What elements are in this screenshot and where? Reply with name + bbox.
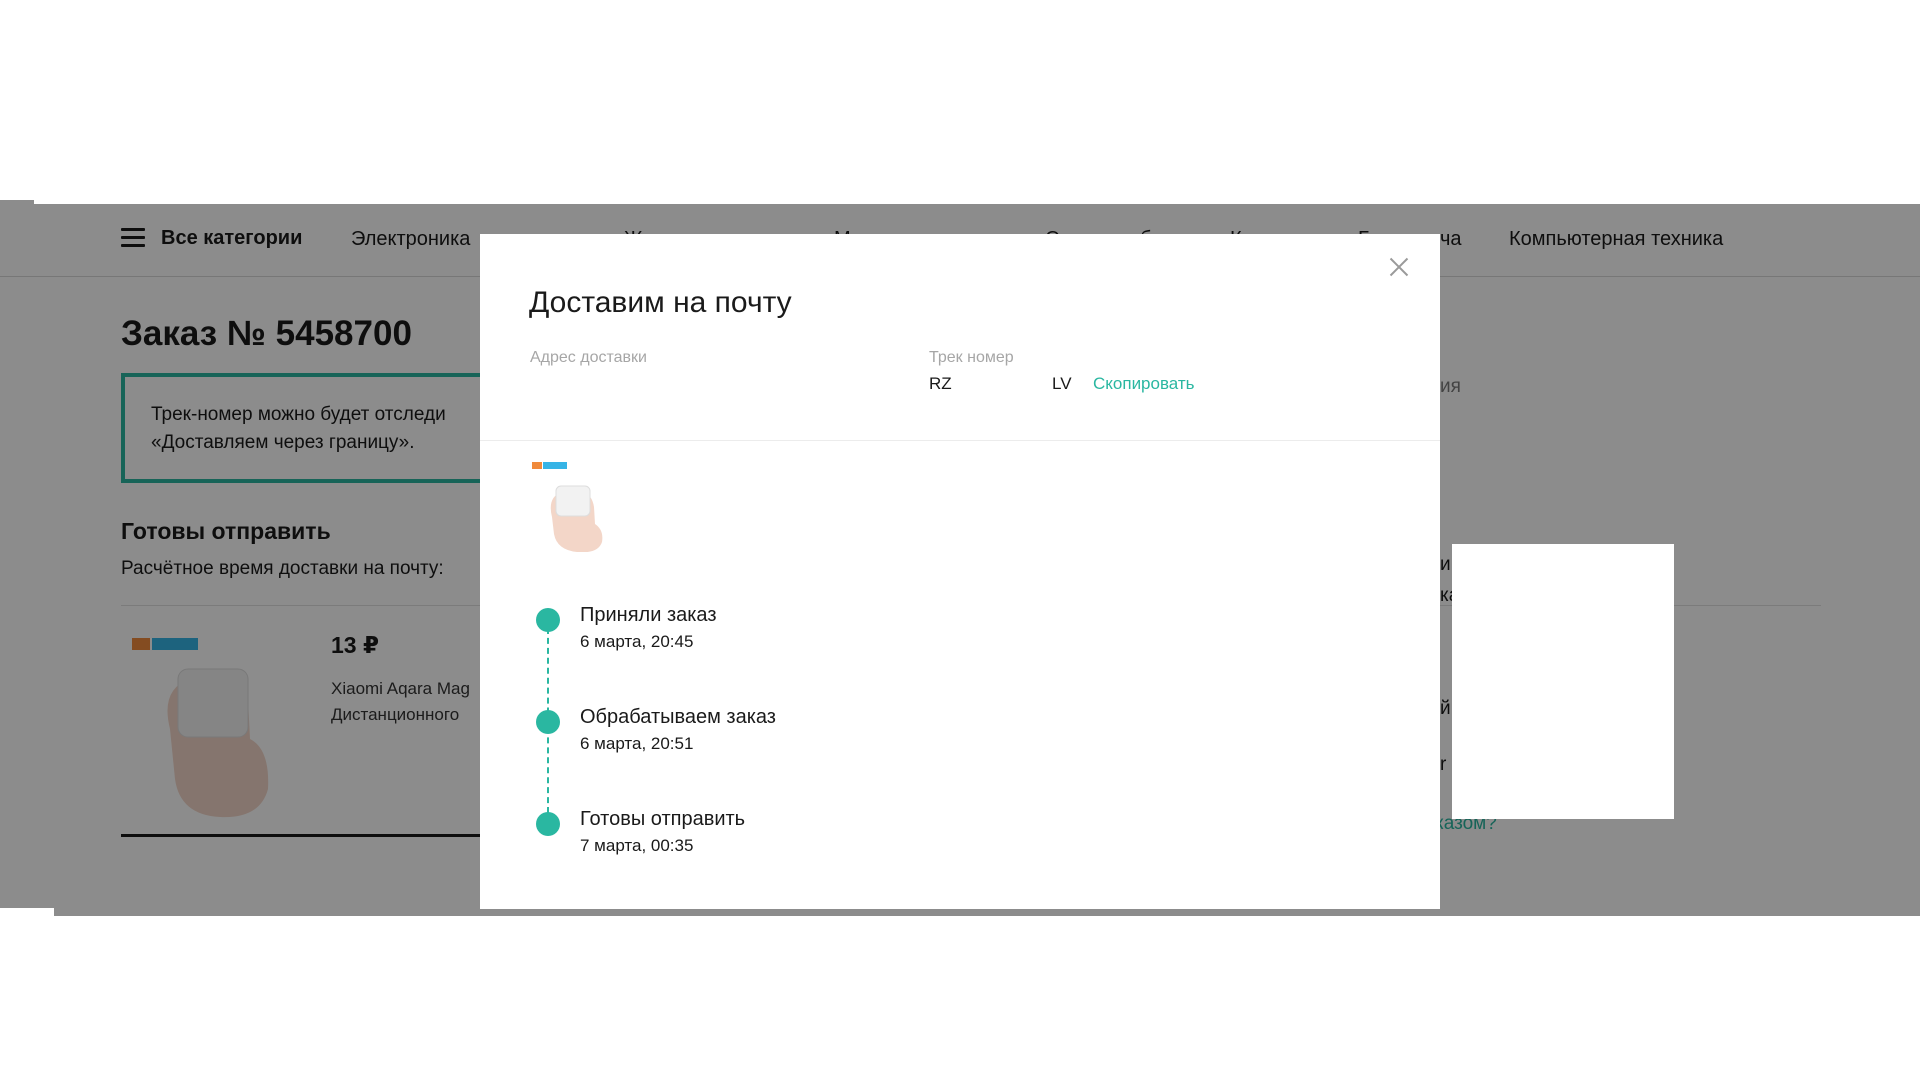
backdrop-edge — [0, 200, 34, 204]
modal-title: Доставим на почту — [529, 286, 792, 319]
timeline-step: Обрабатываем заказ 6 марта, 20:51 — [536, 706, 936, 766]
timeline-step: Приняли заказ 6 марта, 20:45 — [536, 604, 936, 664]
order-timeline: Приняли заказ 6 марта, 20:45 Обрабатывае… — [536, 604, 936, 864]
step-date: 7 марта, 00:35 — [580, 836, 694, 855]
copy-track-button[interactable]: Скопировать — [1093, 374, 1195, 394]
track-number-suffix: LV — [1052, 374, 1072, 393]
track-label: Трек номер — [929, 349, 1014, 366]
address-label: Адрес доставки — [530, 349, 647, 366]
product-thumbnail — [532, 462, 603, 552]
step-title: Готовы отправить — [580, 808, 746, 830]
step-date: 6 марта, 20:45 — [580, 632, 694, 651]
close-icon[interactable] — [1386, 254, 1412, 280]
timeline-step: Готовы отправить 7 марта, 00:35 — [536, 808, 936, 868]
status-dot-icon — [536, 608, 560, 632]
step-title: Приняли заказ — [580, 604, 717, 626]
status-dot-icon — [536, 710, 560, 734]
redacted-area — [1452, 544, 1674, 819]
modal-divider — [480, 440, 1440, 441]
delivery-modal: Доставим на почту Адрес доставки Трек но… — [480, 234, 1440, 909]
track-number-prefix: RZ — [929, 374, 952, 393]
backdrop-edge — [0, 908, 54, 916]
step-date: 6 марта, 20:51 — [580, 734, 694, 753]
status-dot-icon — [536, 812, 560, 836]
step-title: Обрабатываем заказ — [580, 706, 776, 728]
